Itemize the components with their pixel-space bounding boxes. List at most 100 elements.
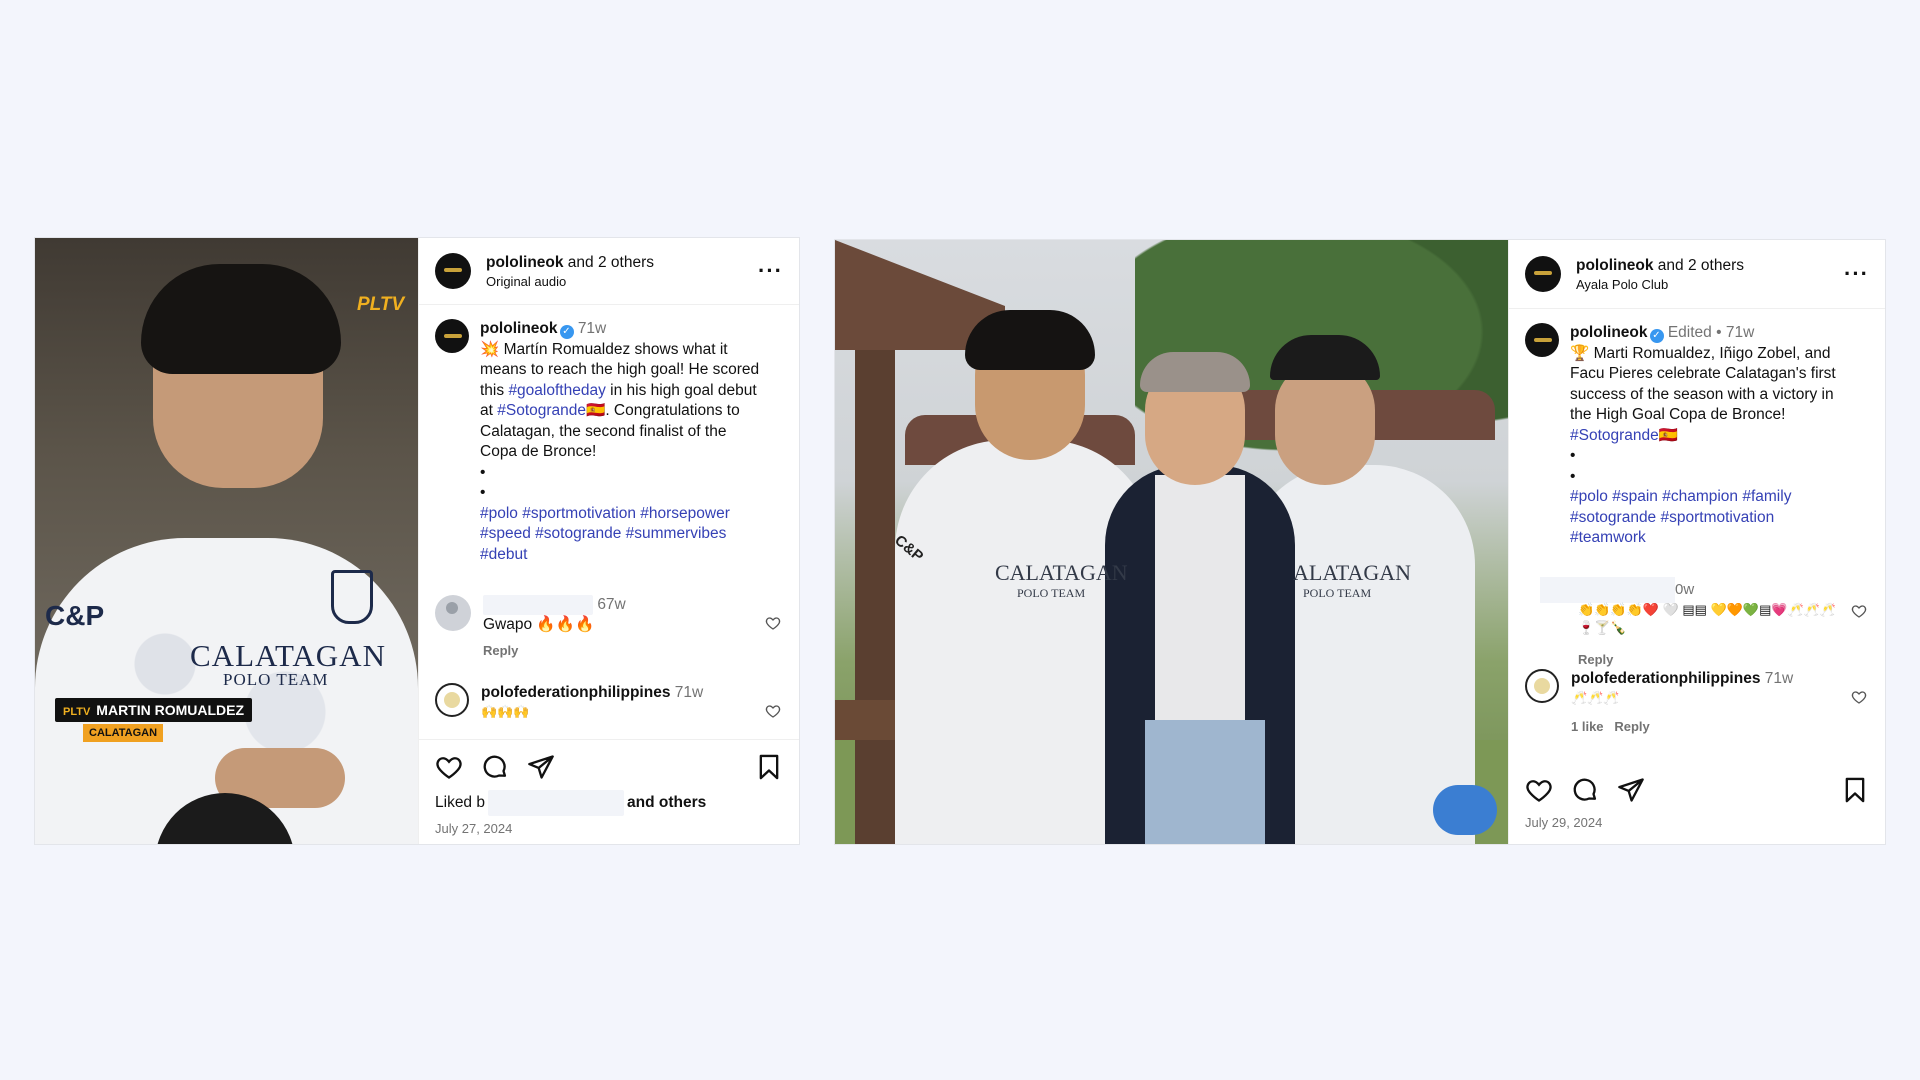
photo-person-middle-shirt bbox=[1155, 475, 1245, 725]
comment-text: 👏👏👏👏❤️ 🤍 ▤▤ 💛🧡💚▤💗🥂🥂🥂 bbox=[1578, 601, 1837, 617]
caption-avatar[interactable] bbox=[435, 319, 469, 353]
post-date[interactable]: July 29, 2024 bbox=[1525, 815, 1869, 830]
post-date[interactable]: July 27, 2024 bbox=[435, 821, 783, 836]
hashtag-link[interactable]: #Sotogrande bbox=[497, 402, 586, 419]
lower-third-team: CALATAGAN bbox=[83, 724, 164, 742]
comment-text: Gwapo 🔥🔥🔥 bbox=[483, 616, 595, 634]
photo-shirt-logo-text: ALATAGAN bbox=[1293, 560, 1412, 585]
caption-text: the High Goal Copa de Bronce! bbox=[1570, 406, 1786, 423]
comment-item: polofederationphilippines 71w 🥂🥂🥂 1 like… bbox=[1525, 668, 1869, 737]
like-heart-icon[interactable] bbox=[435, 753, 463, 781]
coauthors-text[interactable]: and 2 others bbox=[564, 254, 654, 271]
verified-badge-icon: ✓ bbox=[559, 325, 574, 339]
caption-username[interactable]: pololineok bbox=[480, 320, 558, 337]
post-header: pololineok and 2 others Original audio ·… bbox=[419, 238, 799, 305]
share-send-icon[interactable] bbox=[1617, 776, 1645, 804]
comment-item: 0w 👏👏👏👏❤️ 🤍 ▤▤ 💛🧡💚▤💗🥂🥂🥂 🍷🍸🍾 Reply bbox=[1525, 567, 1869, 667]
commenter-avatar[interactable] bbox=[1525, 668, 1559, 703]
author-avatar[interactable] bbox=[1525, 256, 1561, 292]
lower-third-name-text: MARTIN ROMUALDEZ bbox=[96, 702, 245, 718]
liked-prefix: Liked b bbox=[435, 794, 485, 812]
caption-avatar[interactable] bbox=[1525, 323, 1559, 357]
hashtag-link[interactable]: #polo #sportmotivation #horsepower bbox=[480, 504, 759, 525]
hashtag-link[interactable]: #Sotogrande bbox=[1570, 427, 1659, 444]
location-label[interactable]: Ayala Polo Club bbox=[1576, 277, 1844, 292]
commenter-avatar[interactable] bbox=[435, 683, 469, 718]
comment-time: 0w bbox=[1675, 580, 1695, 598]
post-caption: pololineok ✓ Edited • 71w 🏆 Marti Romuald… bbox=[1525, 323, 1869, 549]
photo-shirt-logo: ALATAGAN POLO TEAM bbox=[1293, 560, 1411, 601]
coauthors-text[interactable]: and 2 others bbox=[1654, 257, 1744, 274]
like-heart-icon[interactable] bbox=[1525, 776, 1553, 804]
reply-button[interactable]: Reply bbox=[1614, 719, 1649, 734]
post-media-video[interactable]: C&P CALATAGAN POLO TEAM PLTV PLTV MARTIN … bbox=[35, 238, 418, 844]
caption-time: 71w bbox=[577, 320, 607, 337]
photo-shirt-logo-text: CALATAGAN bbox=[995, 560, 1128, 585]
caption-text: this bbox=[480, 381, 509, 399]
hashtag-link[interactable]: #sotogrande #sportmotivation bbox=[1570, 508, 1836, 529]
caption-text: in his high goal debut bbox=[605, 381, 757, 399]
like-comment-heart-icon[interactable] bbox=[1851, 689, 1867, 705]
caption-text: 🇪🇸. Congratulations to bbox=[586, 402, 740, 419]
like-comment-heart-icon[interactable] bbox=[1851, 603, 1867, 619]
hashtag-link[interactable]: #polo #spain #champion #family bbox=[1570, 487, 1836, 508]
share-send-icon[interactable] bbox=[527, 753, 555, 781]
liked-others-link[interactable]: and others bbox=[627, 794, 706, 811]
reply-button[interactable]: Reply bbox=[483, 641, 783, 661]
comment-time: 71w bbox=[1764, 669, 1794, 687]
photo-shirt-logo: CALATAGAN POLO TEAM bbox=[995, 560, 1128, 601]
like-comment-heart-icon[interactable] bbox=[765, 615, 781, 631]
post-comments-area: pololineok ✓ 71w 💥 Martín Romualdez shows… bbox=[419, 305, 799, 739]
post-media-photo[interactable]: CALATAGAN POLO TEAM ALATAGAN POLO TEAM C&P bbox=[835, 240, 1508, 844]
audio-label[interactable]: Original audio bbox=[486, 274, 758, 289]
caption-text: at bbox=[480, 402, 498, 419]
verified-badge-icon: ✓ bbox=[1649, 329, 1664, 343]
comment-username[interactable]: polofederationphilippines bbox=[481, 684, 670, 701]
caption-text: 💥 Martín Romualdez shows what it bbox=[480, 340, 728, 358]
comment-username[interactable]: polofederationphilippines bbox=[1571, 670, 1760, 687]
photo-shirt-logo-sub: POLO TEAM bbox=[1017, 586, 1086, 600]
caption-text: success of the season with a victory in bbox=[1570, 385, 1834, 403]
hashtag-link[interactable]: #goaloftheday bbox=[508, 382, 605, 399]
like-comment-heart-icon[interactable] bbox=[765, 703, 781, 719]
comment-time: 71w bbox=[674, 684, 704, 702]
comment-text: 🍷🍸🍾 bbox=[1578, 619, 1627, 635]
author-username[interactable]: pololineok bbox=[486, 254, 564, 271]
post-header: pololineok and 2 others Ayala Polo Club … bbox=[1509, 240, 1885, 309]
caption-bullet: • bbox=[480, 484, 486, 501]
comment-text: 🥂🥂🥂 bbox=[1571, 689, 1620, 705]
caption-text: Copa de Bronce! bbox=[480, 443, 597, 460]
author-username[interactable]: pololineok bbox=[1576, 257, 1654, 274]
photo-shirt-logo-sub: POLO TEAM bbox=[1303, 586, 1372, 600]
comment-time: 67w bbox=[597, 596, 626, 614]
author-avatar[interactable] bbox=[435, 253, 471, 289]
caption-bullet: • bbox=[1570, 447, 1576, 464]
commenter-avatar[interactable] bbox=[435, 595, 471, 631]
photo-wood-post bbox=[855, 350, 895, 844]
instagram-post-1: C&P CALATAGAN POLO TEAM PLTV PLTV MARTIN … bbox=[34, 237, 800, 845]
post-sidebar: pololineok and 2 others Original audio ·… bbox=[418, 238, 799, 844]
likes-summary: Liked b and others bbox=[435, 790, 783, 816]
comment-bubble-icon[interactable] bbox=[1571, 776, 1599, 804]
caption-username[interactable]: pololineok bbox=[1570, 324, 1648, 341]
comment-likes[interactable]: 1 like bbox=[1571, 719, 1604, 734]
hashtag-link[interactable]: #teamwork bbox=[1570, 528, 1836, 549]
save-bookmark-icon[interactable] bbox=[1841, 776, 1869, 804]
separator-dot: • bbox=[1716, 324, 1722, 341]
pltv-watermark: PLTV bbox=[357, 294, 405, 315]
reply-button[interactable]: Reply bbox=[1578, 651, 1836, 669]
redacted-username bbox=[1540, 576, 1675, 603]
more-options-icon[interactable]: ··· bbox=[1844, 261, 1869, 287]
post-sidebar: pololineok and 2 others Ayala Polo Club … bbox=[1508, 240, 1885, 844]
comment-bubble-icon[interactable] bbox=[481, 753, 509, 781]
photo-shirt-crest bbox=[331, 570, 373, 624]
photo-shirt-logo-sub: POLO TEAM bbox=[223, 670, 329, 689]
more-options-icon[interactable]: ··· bbox=[758, 258, 783, 284]
comment-item: 67w Gwapo 🔥🔥🔥 Reply bbox=[435, 595, 783, 661]
photo-shirt-logo: CALATAGAN bbox=[190, 638, 386, 673]
hashtag-link[interactable]: #debut bbox=[480, 545, 759, 566]
post-actions: Liked b and others July 27, 2024 bbox=[419, 739, 799, 844]
hashtag-link[interactable]: #speed #sotogrande #summervibes bbox=[480, 524, 759, 545]
edited-label: Edited bbox=[1667, 324, 1712, 341]
save-bookmark-icon[interactable] bbox=[755, 753, 783, 781]
